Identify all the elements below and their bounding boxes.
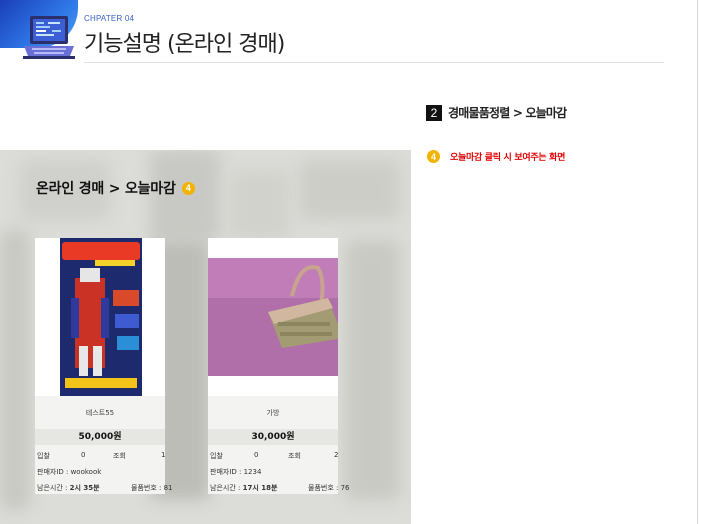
section-number-badge: 2 [426, 104, 442, 121]
product-card[interactable]: 가방 30,000원 입찰 0 조회 2 판매자ID : 1234 남은시간 :… [208, 238, 349, 494]
product-image[interactable] [35, 238, 165, 396]
seller-id: 판매자ID : wookook [37, 468, 102, 476]
remaining-time-label: 남은시간 : [210, 484, 241, 492]
header-divider [84, 62, 664, 63]
section-heading-text: 경매물품정렬 > 오늘마감 [448, 106, 567, 120]
bid-count: 0 [254, 451, 259, 459]
product-price: 30,000원 [208, 429, 338, 445]
remaining-time: 남은시간 : 2시 35분 [37, 483, 100, 493]
callout-number-badge: 4 [427, 150, 440, 163]
auction-page-title: 온라인 경매 > 오늘마감 4 [36, 178, 195, 198]
item-number: 물품번호 : 76 [308, 484, 350, 492]
page-header: CHPATER 04 기능설명 (온라인 경매) [0, 0, 701, 70]
remaining-time: 남은시간 : 17시 18분 [210, 483, 277, 493]
chapter-label: CHPATER 04 [84, 14, 135, 23]
bid-label: 입찰 [210, 452, 223, 460]
view-count: 2 [334, 451, 339, 459]
bid-label: 입찰 [37, 452, 50, 460]
handbag-image [208, 238, 338, 396]
page-title: 기능설명 (온라인 경매) [84, 32, 285, 57]
toy-box-image [35, 238, 165, 396]
callout-text: 오늘마감 클릭 시 보여주는 화면 [450, 153, 566, 163]
seller-id: 판매자ID : 1234 [210, 468, 262, 476]
bid-count: 0 [81, 451, 86, 459]
product-name[interactable]: 테스트55 [35, 408, 165, 418]
section-heading: 2 경매물품정렬 > 오늘마감 [426, 104, 567, 121]
page-edge-divider [697, 0, 698, 524]
auction-page-title-text: 온라인 경매 > 오늘마감 [36, 181, 176, 197]
product-image[interactable] [208, 238, 338, 396]
view-label: 조회 [113, 452, 126, 460]
remaining-time-value: 17시 18분 [242, 484, 278, 492]
product-name[interactable]: 가방 [208, 408, 338, 418]
auction-callout-badge: 4 [181, 181, 195, 195]
remaining-time-value: 2시 35분 [69, 484, 100, 492]
product-card[interactable]: 테스트55 50,000원 입찰 0 조회 1 판매자ID : wookook … [35, 238, 172, 494]
product-price: 50,000원 [35, 429, 165, 445]
callout-note: 4 오늘마감 클릭 시 보여주는 화면 [427, 150, 565, 163]
view-count: 1 [161, 451, 166, 459]
remaining-time-label: 남은시간 : [37, 484, 68, 492]
laptop-icon [23, 16, 75, 59]
item-number: 물품번호 : 81 [131, 484, 173, 492]
view-label: 조회 [288, 452, 301, 460]
